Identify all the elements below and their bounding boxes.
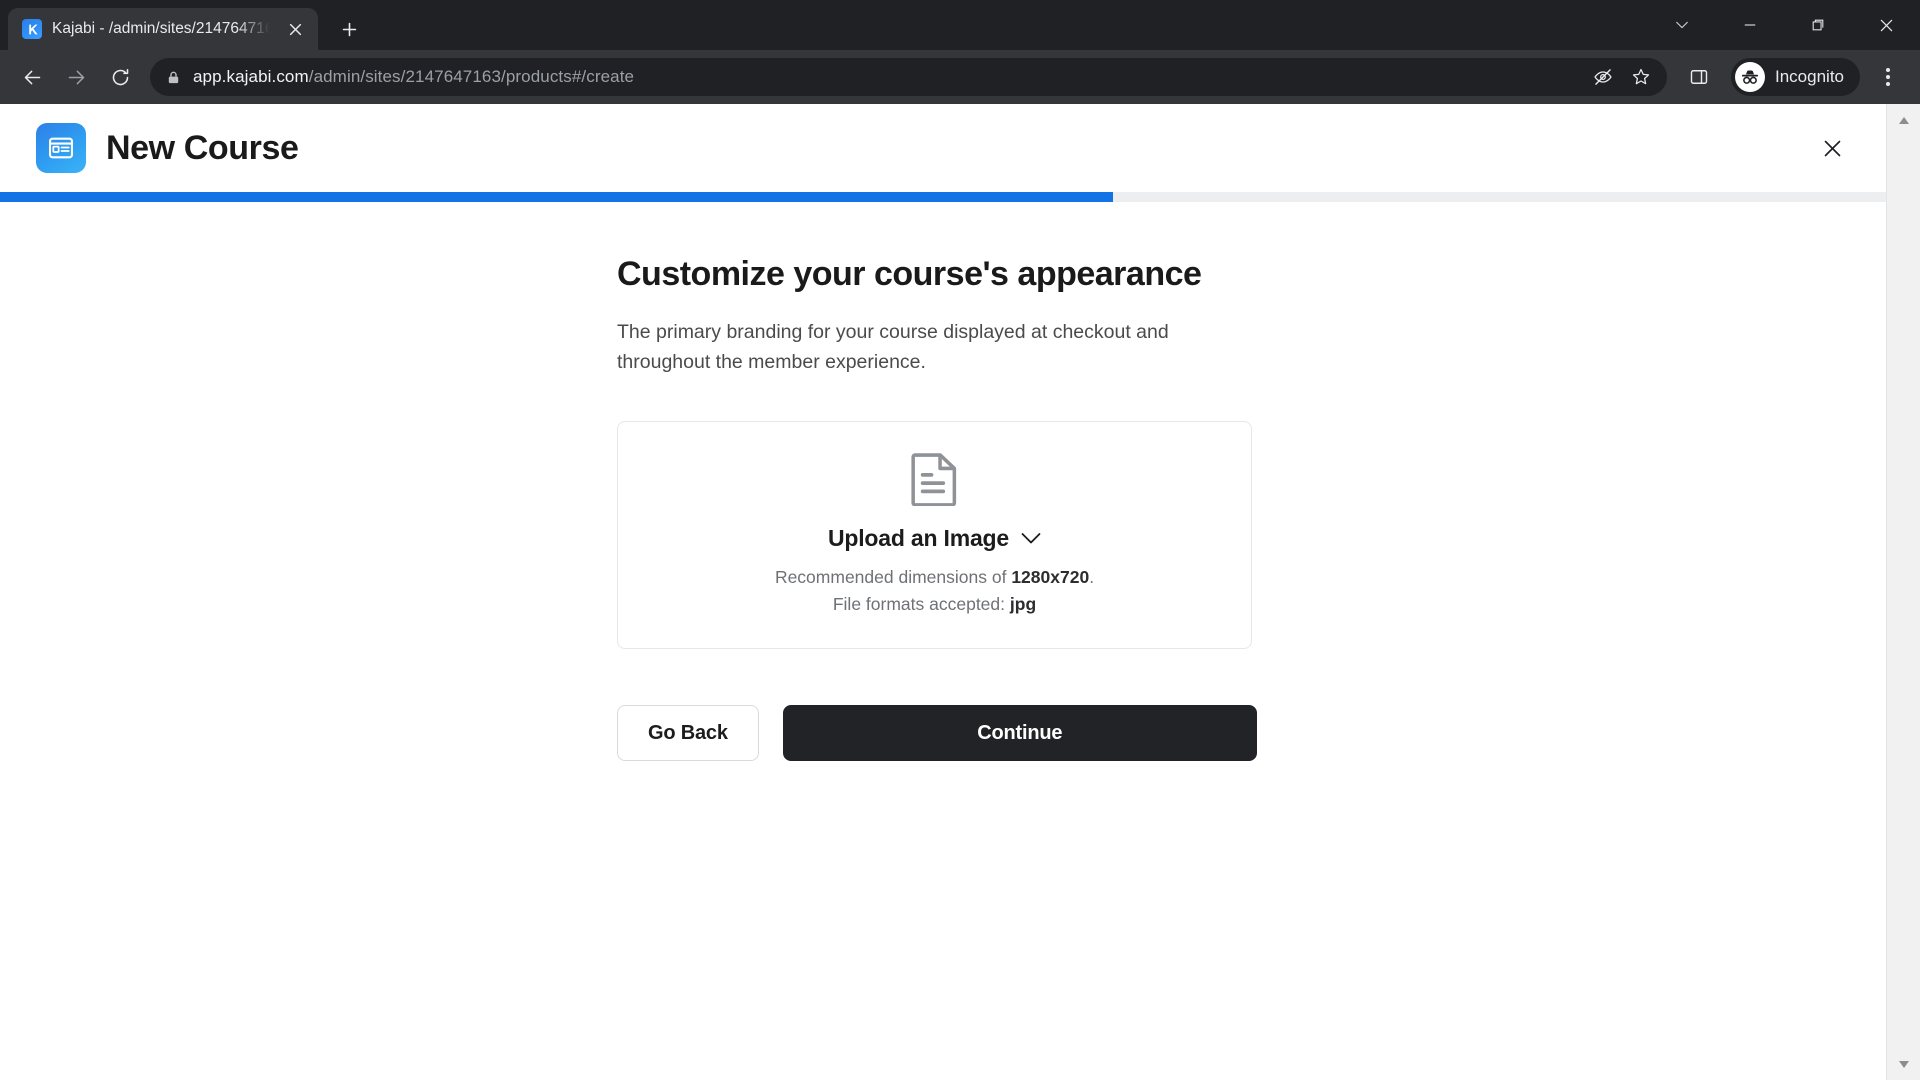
page-title: New Course (106, 128, 299, 167)
course-window-icon (36, 123, 86, 173)
tab-strip: Kajabi - /admin/sites/214764716 (0, 0, 1920, 50)
hint-formats-prefix: File formats accepted: (832, 594, 1010, 615)
url-path: /admin/sites/2147647163/products#/create (308, 67, 635, 86)
window-close-button[interactable] (1852, 0, 1920, 50)
address-bar[interactable]: app.kajabi.com/admin/sites/2147647163/pr… (150, 58, 1667, 96)
side-panel-icon[interactable] (1679, 57, 1719, 97)
incognito-label: Incognito (1775, 67, 1844, 86)
eye-slash-icon[interactable] (1585, 59, 1621, 95)
tab-title: Kajabi - /admin/sites/214764716 (52, 20, 272, 37)
upload-hint: Recommended dimensions of 1280x720. File… (775, 564, 1094, 618)
new-tab-button[interactable] (332, 12, 366, 46)
page-scrollbar[interactable] (1886, 104, 1920, 1080)
hint-dimensions-prefix: Recommended dimensions of (774, 567, 1012, 588)
tab-close-icon[interactable] (282, 16, 308, 42)
brand: New Course (36, 123, 299, 173)
tab-search-chevron-icon[interactable] (1648, 0, 1716, 50)
page-viewport: New Course Customize your course's appea… (0, 104, 1920, 1080)
page-content: New Course Customize your course's appea… (0, 104, 1886, 1080)
lock-icon[interactable] (166, 70, 181, 85)
go-back-button[interactable]: Go Back (617, 705, 759, 762)
back-arrow-icon[interactable] (12, 57, 52, 97)
incognito-icon (1735, 62, 1765, 92)
wizard-actions: Go Back Continue (617, 705, 1257, 762)
forward-arrow-icon[interactable] (56, 57, 96, 97)
step-subtitle: The primary branding for your course dis… (617, 320, 1169, 374)
maximize-button[interactable] (1784, 0, 1852, 50)
window-controls (1648, 0, 1920, 50)
upload-image-label: Upload an Image (827, 525, 1010, 552)
wizard-progress-fill (0, 192, 1113, 202)
close-wizard-button[interactable] (1812, 128, 1852, 168)
scroll-up-arrow-icon[interactable] (1887, 110, 1920, 130)
hint-dimensions-value: 1280x720 (1011, 567, 1090, 588)
three-dot-menu-icon[interactable] (1868, 57, 1908, 97)
minimize-button[interactable] (1716, 0, 1784, 50)
course-wizard-header: New Course (0, 104, 1886, 192)
upload-hint-formats: File formats accepted: jpg (775, 591, 1094, 618)
browser-toolbar: app.kajabi.com/admin/sites/2147647163/pr… (0, 50, 1920, 104)
upload-hint-dimensions: Recommended dimensions of 1280x720. (775, 564, 1094, 591)
image-upload-card[interactable]: Upload an Image Recommended dimensions o… (617, 421, 1252, 650)
hint-formats-value: jpg (1009, 594, 1037, 615)
wizard-step-content: Customize your course's appearance The p… (0, 202, 1886, 762)
hint-dimensions-suffix: . (1089, 567, 1095, 588)
omnibox-actions (1585, 59, 1659, 95)
reload-arrow-icon[interactable] (100, 57, 140, 97)
upload-label-row[interactable]: Upload an Image (828, 525, 1041, 552)
url-text: app.kajabi.com/admin/sites/2147647163/pr… (193, 67, 1573, 87)
star-icon[interactable] (1623, 59, 1659, 95)
step-heading: Customize your course's appearance (617, 255, 1202, 293)
scroll-down-arrow-icon[interactable] (1887, 1054, 1920, 1074)
wizard-progress-track (0, 192, 1886, 202)
chevron-down-icon[interactable] (1021, 532, 1041, 545)
browser-tab[interactable]: Kajabi - /admin/sites/214764716 (8, 8, 318, 50)
continue-button[interactable]: Continue (782, 705, 1257, 762)
url-domain: app.kajabi.com (193, 67, 309, 86)
browser-window: Kajabi - /admin/sites/214764716 app.kaja… (0, 0, 1920, 1080)
kajabi-favicon (22, 19, 42, 39)
incognito-profile-chip[interactable]: Incognito (1731, 58, 1860, 96)
document-icon (910, 452, 959, 511)
